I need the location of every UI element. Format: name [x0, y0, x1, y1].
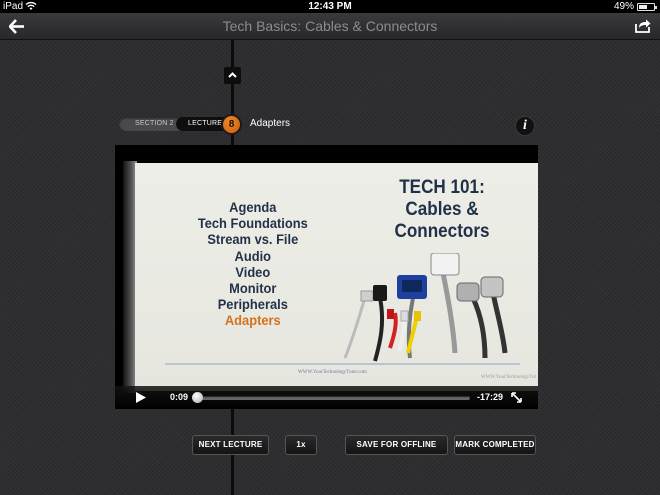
- slide-title-line: Cables &: [405, 199, 479, 220]
- agenda-item: Tech Foundations: [197, 215, 308, 232]
- lecture-title: Adapters: [250, 118, 291, 129]
- playback-speed-button[interactable]: 1x: [285, 435, 317, 455]
- page-title: Tech Basics: Cables & Connectors: [222, 18, 438, 34]
- player-controls: 0:09 -17:29: [115, 386, 538, 409]
- back-arrow-icon[interactable]: [9, 19, 25, 34]
- play-icon[interactable]: [136, 392, 146, 403]
- agenda-list: Agenda Tech Foundations Stream vs. File …: [193, 199, 313, 329]
- agenda-item: Audio: [234, 247, 272, 264]
- chevron-up-icon: [228, 72, 237, 78]
- cables-image: [343, 253, 508, 362]
- slide-divider: [165, 363, 520, 365]
- save-offline-button[interactable]: SAVE FOR OFFLINE: [345, 435, 448, 455]
- nav-bar: Tech Basics: Cables & Connectors: [0, 13, 660, 40]
- section-label: SECTION 2: [135, 120, 174, 127]
- lecture-label: LECTURE: [188, 120, 223, 127]
- agenda-item: Agenda: [229, 199, 277, 215]
- share-icon[interactable]: [634, 18, 651, 34]
- scroll-up-button[interactable]: [224, 67, 241, 84]
- battery-percent: 49%: [613, 1, 634, 12]
- fullscreen-icon[interactable]: [511, 392, 522, 403]
- video-slide: Agenda Tech Foundations Stream vs. File …: [135, 163, 538, 391]
- battery-level: [639, 5, 647, 9]
- slide-url-watermark: WWW.YourTechnologyTut: [480, 375, 536, 380]
- remaining-time: -17:29: [477, 392, 504, 402]
- slide-title-line: TECH 101:: [399, 177, 485, 198]
- agenda-item: Peripherals: [217, 296, 288, 313]
- next-lecture-button[interactable]: NEXT LECTURE: [192, 435, 269, 455]
- slide-url: WWW.YourTechnologyTutor.com: [298, 370, 367, 375]
- video-player[interactable]: Agenda Tech Foundations Stream vs. File …: [115, 145, 538, 409]
- status-time: 12:43 PM: [308, 1, 352, 12]
- current-time: 0:09: [170, 392, 189, 402]
- agenda-item: Video: [235, 263, 271, 280]
- scrubber-track[interactable]: [195, 396, 470, 400]
- agenda-item: Stream vs. File: [207, 231, 299, 248]
- lecture-number-badge: 8: [221, 114, 242, 135]
- slide-title: TECH 101: Cables & Connectors: [375, 177, 510, 243]
- slide-title-line: Connectors: [394, 221, 490, 242]
- agenda-item: Monitor: [229, 280, 277, 297]
- status-bar: iPad 12:43 PM 49%: [0, 0, 660, 13]
- battery-icon: [637, 3, 657, 11]
- scrubber-thumb[interactable]: [192, 392, 203, 403]
- info-icon[interactable]: i: [515, 116, 535, 136]
- agenda-item-active: Adapters: [224, 312, 281, 329]
- mark-completed-button[interactable]: MARK COMPLETED: [454, 435, 536, 455]
